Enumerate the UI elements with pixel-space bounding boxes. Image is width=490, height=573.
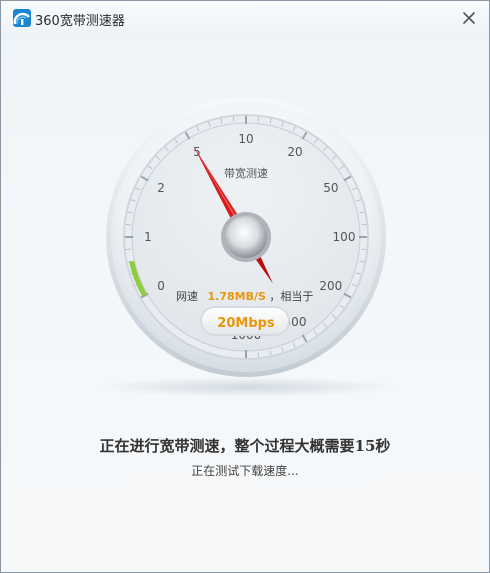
gauge-scale-label: 200 (319, 279, 342, 293)
speed-label: 网速 (176, 290, 198, 303)
gauge-scale-label: 10 (238, 132, 253, 146)
gauge-scale-label: 1 (144, 230, 152, 244)
gauge-scale-label: 0 (157, 279, 165, 293)
speed-value: 1.78MB/S (208, 290, 266, 303)
gauge-scale-label: 100 (333, 230, 356, 244)
status-message: 正在进行宽带测速，整个过程大概需要15秒 (99, 437, 391, 455)
gauge-tick (125, 223, 131, 226)
gauge-tick (257, 116, 260, 122)
speed-gauge: 01251020501002005001000 带宽测速 网速 1.78MB/S… (96, 97, 396, 397)
gauge-tick (257, 352, 260, 358)
gauge-scale-label: 50 (323, 181, 338, 195)
gauge-shadow (96, 377, 396, 397)
speed-suffix: ，相当于 (269, 289, 313, 303)
gauge-tick (125, 248, 131, 251)
speed-test-window: 360宽带测速器 0 1 2 10 20 50 100 200 500 带宽测速… (0, 0, 490, 573)
speed-readout: 网速 1.78MB/S ，相当于 (176, 289, 313, 303)
gauge-tick (232, 116, 235, 122)
gauge-title: 带宽测速 (224, 166, 268, 180)
gauge-hub (225, 216, 267, 258)
bandwidth-value: 20Mbps (217, 316, 275, 331)
status-detail: 正在测试下载速度... (191, 464, 299, 478)
gauge-scale-label: 2 (157, 181, 165, 195)
gauge-tick (361, 223, 367, 226)
gauge-tick (361, 248, 367, 251)
gauge-scale-label: 20 (287, 145, 302, 159)
